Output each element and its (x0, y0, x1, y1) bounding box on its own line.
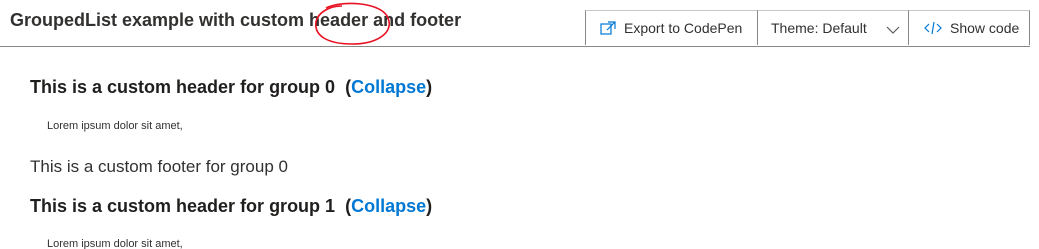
chevron-down-icon (886, 22, 900, 38)
open-in-new-window-icon (600, 21, 616, 35)
collapse-link[interactable]: Collapse (351, 77, 426, 97)
show-code-label: Show code (950, 20, 1020, 36)
header-bar: GroupedList example with custom header a… (0, 0, 1030, 47)
export-label: Export to CodePen (624, 20, 743, 36)
theme-label: Theme: Default (771, 20, 867, 36)
theme-dropdown[interactable]: Theme: Default (757, 10, 908, 45)
page-title: GroupedList example with custom header a… (10, 10, 462, 30)
page: GroupedList example with custom header a… (0, 0, 1039, 249)
group-header-text: This is a custom header for group 0 (30, 77, 336, 97)
list-item: Lorem ipsum dolor sit amet, (47, 120, 183, 132)
collapse-link[interactable]: Collapse (351, 196, 426, 216)
show-code-button[interactable]: Show code (908, 10, 1030, 45)
code-icon (924, 21, 942, 35)
group-footer-0: This is a custom footer for group 0 (30, 157, 288, 176)
group-header-1: This is a custom header for group 1 (Col… (30, 196, 433, 216)
list-item: Lorem ipsum dolor sit amet, (47, 238, 183, 249)
export-to-codepen-button[interactable]: Export to CodePen (585, 10, 757, 45)
group-header-0: This is a custom header for group 0 (Col… (30, 77, 433, 97)
group-header-text: This is a custom header for group 1 (30, 196, 336, 216)
